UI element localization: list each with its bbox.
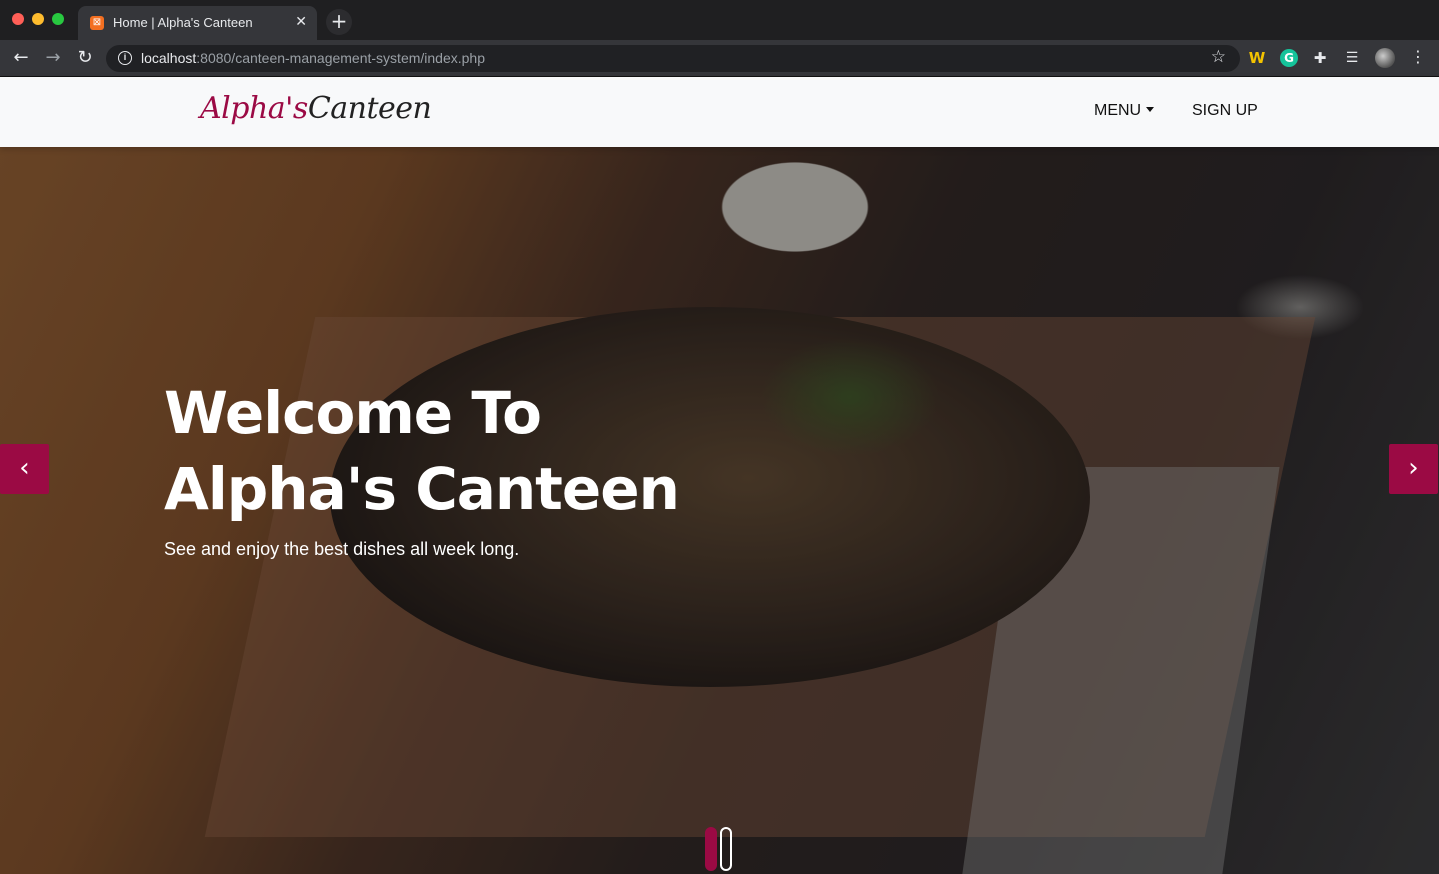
more-menu-icon[interactable]: ⋮ [1410,47,1426,66]
carousel-next-button[interactable]: › [1389,444,1438,494]
grammarly-icon[interactable]: G [1280,49,1298,67]
close-tab-icon[interactable]: ✕ [295,14,307,30]
xampp-icon: ⊠ [90,16,104,30]
hero-heading-line2: Alpha's Canteen [164,455,680,523]
browser-toolbar: ← → ↻ i localhost:8080/canteen-managemen… [0,40,1439,77]
browser-tab-bar: ⊠ Home | Alpha's Canteen ✕ + [0,0,1439,40]
carousel-prev-button[interactable]: ‹ [0,444,49,494]
menu-dropdown-toggle[interactable]: MENU [1094,102,1155,120]
hero-subtitle: See and enjoy the best dishes all week l… [164,539,520,559]
chevron-left-icon: ‹ [19,453,30,483]
url-path: :8080/canteen-management-system/index.ph… [196,50,485,66]
brand-canteen: Canteen [307,91,432,126]
menu-label: MENU [1094,102,1142,119]
media-control-icon[interactable]: ☰ [1343,49,1361,67]
signup-link[interactable]: SIGN UP [1192,102,1258,120]
profile-avatar[interactable] [1375,48,1395,68]
brand-alpha: Alpha's [200,91,308,126]
close-window-button[interactable] [12,13,24,25]
extensions-puzzle-icon[interactable]: ✚ [1311,49,1329,67]
hero-heading: Welcome To Alpha's Canteen [164,375,864,527]
forward-icon[interactable]: → [42,47,64,69]
carousel-indicator-1[interactable] [705,827,717,871]
new-tab-button[interactable]: + [326,9,352,35]
extension-w-icon[interactable]: W [1248,49,1266,67]
carousel-indicator-2[interactable] [720,827,732,871]
maximize-window-button[interactable] [52,13,64,25]
hero-carousel: Welcome To Alpha's Canteen See and enjoy… [0,147,1439,874]
back-icon[interactable]: ← [10,47,32,69]
url-text[interactable]: localhost:8080/canteen-management-system… [141,50,485,66]
address-bar[interactable]: i localhost:8080/canteen-management-syst… [106,45,1240,72]
info-icon[interactable]: i [118,51,132,65]
browser-tab[interactable]: ⊠ Home | Alpha's Canteen ✕ [78,6,317,40]
hero-heading-line1: Welcome To [164,379,542,447]
reload-icon[interactable]: ↻ [74,47,96,69]
tab-title: Home | Alpha's Canteen [113,15,253,30]
bookmark-star-icon[interactable]: ☆ [1211,47,1226,67]
url-host: localhost [141,50,197,66]
site-navbar: Alpha'sCanteen MENU SIGN UP [0,77,1439,147]
brand-logo[interactable]: Alpha'sCanteen [200,91,432,126]
chevron-right-icon: › [1408,453,1419,483]
minimize-window-button[interactable] [32,13,44,25]
caret-down-icon [1146,107,1155,112]
